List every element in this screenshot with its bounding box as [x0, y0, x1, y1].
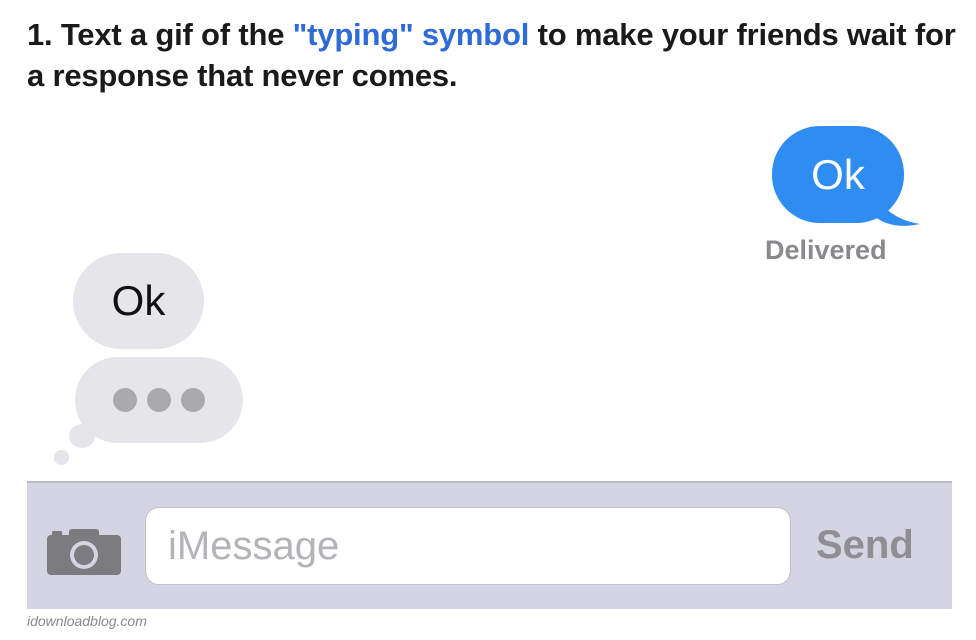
image-credit: idownloadblog.com: [27, 613, 147, 629]
article-headline: 1. Text a gif of the "typing" symbol to …: [27, 14, 957, 96]
article-page: 1. Text a gif of the "typing" symbol to …: [0, 0, 976, 640]
send-button[interactable]: Send: [816, 523, 914, 568]
typing-indicator-bubble: [75, 357, 243, 443]
typing-dot: [181, 388, 205, 412]
typing-dot: [147, 388, 171, 412]
imessage-screenshot: Ok Delivered Ok iMessage Send: [27, 122, 952, 609]
camera-button[interactable]: [47, 527, 121, 575]
camera-icon: [47, 529, 121, 575]
headline-prefix: 1. Text a gif of the: [27, 17, 293, 52]
incoming-message-bubble: Ok: [73, 253, 204, 349]
delivery-status: Delivered: [765, 235, 887, 265]
typing-indicator-small-bubble: [69, 424, 95, 448]
message-input-bar: iMessage Send: [27, 481, 952, 609]
typing-indicator-tiny-bubble: [54, 450, 69, 465]
outgoing-message-text: Ok: [811, 150, 865, 198]
typing-symbol-link[interactable]: "typing" symbol: [293, 17, 530, 52]
imessage-input[interactable]: iMessage: [145, 507, 791, 585]
typing-dot: [113, 388, 137, 412]
incoming-message-text: Ok: [111, 277, 166, 324]
imessage-placeholder: iMessage: [168, 523, 340, 568]
outgoing-bubble-tail: [872, 184, 920, 226]
